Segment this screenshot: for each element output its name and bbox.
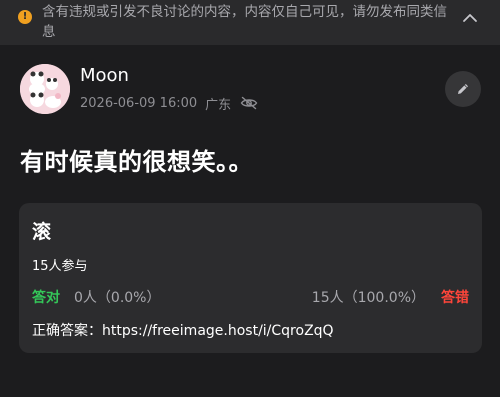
avatar[interactable] (20, 64, 70, 114)
answer-label: 正确答案： (32, 323, 102, 339)
eye-slash-icon (240, 96, 258, 110)
warning-icon: ! (18, 10, 32, 24)
participant-count: 15人参与 (32, 259, 88, 274)
quiz-card[interactable]: 滚 15人参与 答对 0人（0.0%） 15人（100.0%） 答错 正确答案：… (19, 203, 482, 353)
username[interactable]: Moon (80, 65, 129, 86)
post-datetime: 2026-06-09 16:00 (80, 95, 198, 111)
edit-button[interactable] (445, 71, 481, 107)
banner-text: 含有违规或引发不良讨论的内容，内容仅自己可见，请勿发布同类信息 (42, 4, 447, 40)
post-content: 有时候真的很想笑。。 (20, 148, 253, 176)
pencil-icon (458, 84, 468, 94)
correct-stat: 0人（0.0%） (74, 290, 161, 306)
answer-link[interactable]: https://freeimage.host/i/CqroZqQ (102, 323, 334, 339)
violation-banner: ! 含有违规或引发不良讨论的内容，内容仅自己可见，请勿发布同类信息 (0, 0, 500, 45)
result-row: 答对 0人（0.0%） 15人（100.0%） 答错 (32, 287, 469, 307)
chevron-up-icon[interactable] (462, 12, 478, 24)
wrong-stat: 15人（100.0%） (311, 290, 425, 306)
correct-answer: 正确答案：https://freeimage.host/i/CqroZqQ (32, 320, 334, 340)
post-meta: 2026-06-09 16:00 广东 (80, 94, 258, 113)
post-location: 广东 (205, 97, 232, 113)
correct-label: 答对 (32, 290, 60, 306)
avatar-image (20, 64, 70, 114)
quiz-title: 滚 (32, 221, 52, 243)
wrong-label: 答错 (441, 290, 469, 306)
